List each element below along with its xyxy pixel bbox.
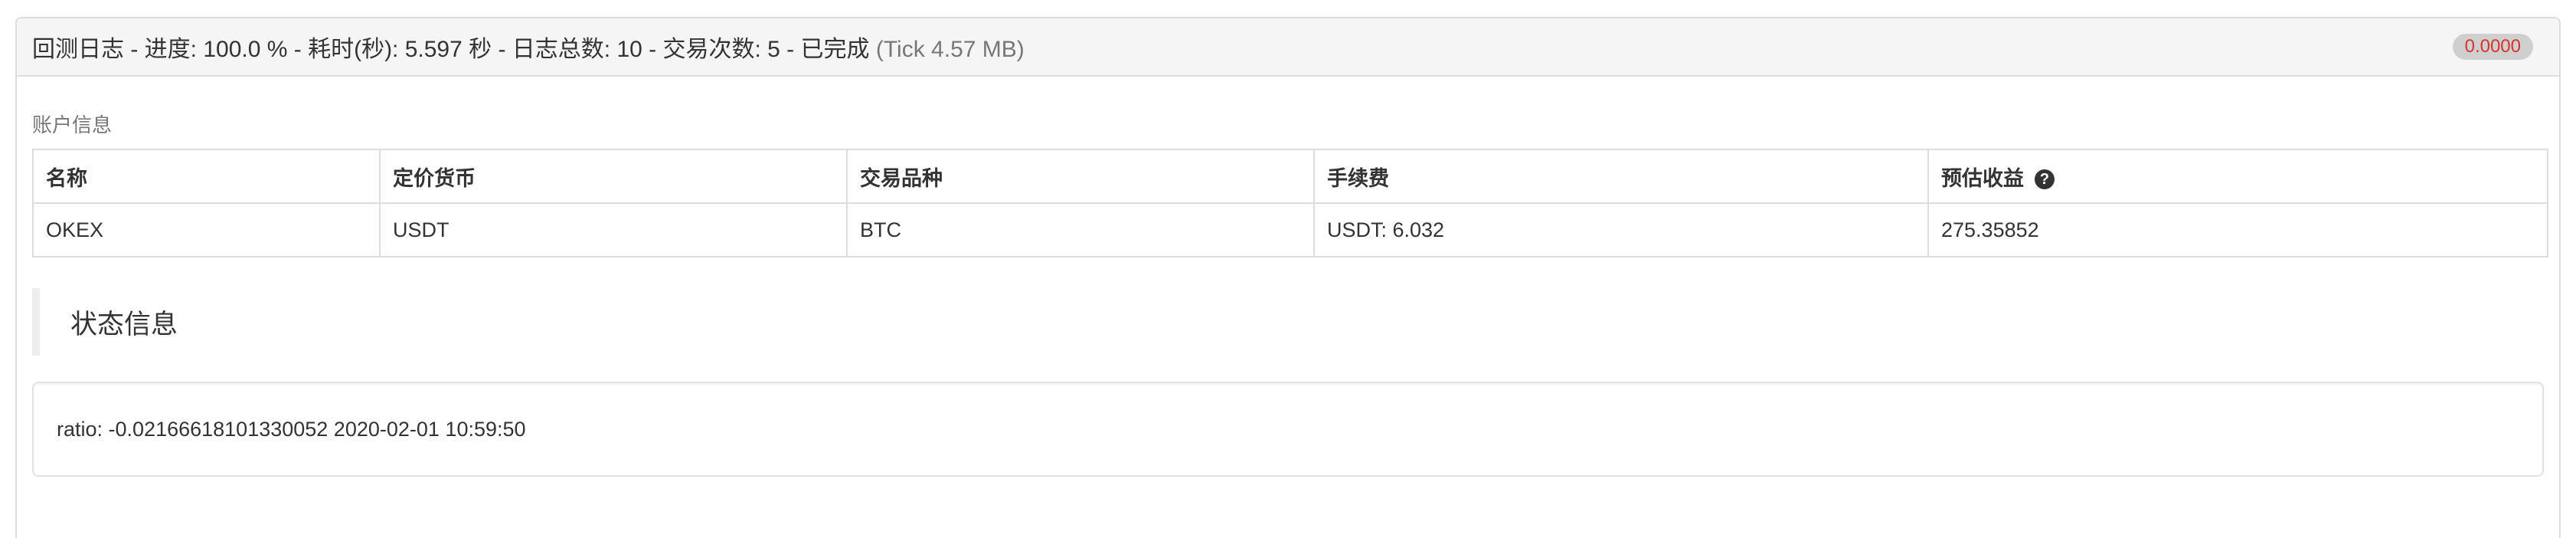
title-tick-size: (Tick 4.57 MB) xyxy=(875,37,1025,62)
panel-heading: 回测日志 - 进度: 100.0 % - 耗时(秒): 5.597 秒 - 日志… xyxy=(17,18,2559,77)
column-header-fee: 手续费 xyxy=(1313,149,1929,204)
backtest-log-panel: 回测日志 - 进度: 100.0 % - 耗时(秒): 5.597 秒 - 日志… xyxy=(15,17,2561,538)
account-info-table: 名称 定价货币 交易品种 手续费 预估收益? OKEX USDT BTC USD… xyxy=(32,149,2548,258)
table-row: OKEX USDT BTC USDT: 6.032 275.35852 xyxy=(32,202,2548,258)
estimated-profit-label: 预估收益 xyxy=(1941,166,2024,190)
status-info-content: ratio: -0.02166618101330052 2020-02-01 1… xyxy=(32,382,2544,477)
cell-name: OKEX xyxy=(32,202,381,258)
status-info-title: 状态信息 xyxy=(70,309,178,340)
question-circle-icon[interactable]: ? xyxy=(2035,169,2055,189)
table-header-row: 名称 定价货币 交易品种 手续费 预估收益? xyxy=(32,149,2548,204)
column-header-quote-currency: 定价货币 xyxy=(379,149,848,204)
profit-badge: 0.0000 xyxy=(2452,34,2533,60)
status-text: ratio: -0.02166618101330052 2020-02-01 1… xyxy=(57,417,526,441)
cell-estimated-profit: 275.35852 xyxy=(1927,202,2548,258)
panel-title: 回测日志 - 进度: 100.0 % - 耗时(秒): 5.597 秒 - 日志… xyxy=(32,30,1025,64)
panel-body: 账户信息 名称 定价货币 交易品种 手续费 预估收益? OKEX USDT BT… xyxy=(17,112,2559,477)
account-info-label: 账户信息 xyxy=(32,113,113,136)
column-header-estimated-profit: 预估收益? xyxy=(1927,149,2548,204)
column-header-name: 名称 xyxy=(32,149,381,204)
status-info-heading: 状态信息 xyxy=(32,288,2544,356)
title-main: 回测日志 - 进度: 100.0 % - 耗时(秒): 5.597 秒 - 日志… xyxy=(32,37,870,62)
cell-quote-currency: USDT xyxy=(379,202,848,258)
column-header-symbol: 交易品种 xyxy=(846,149,1315,204)
cell-symbol: BTC xyxy=(846,202,1315,258)
cell-fee: USDT: 6.032 xyxy=(1313,202,1929,258)
